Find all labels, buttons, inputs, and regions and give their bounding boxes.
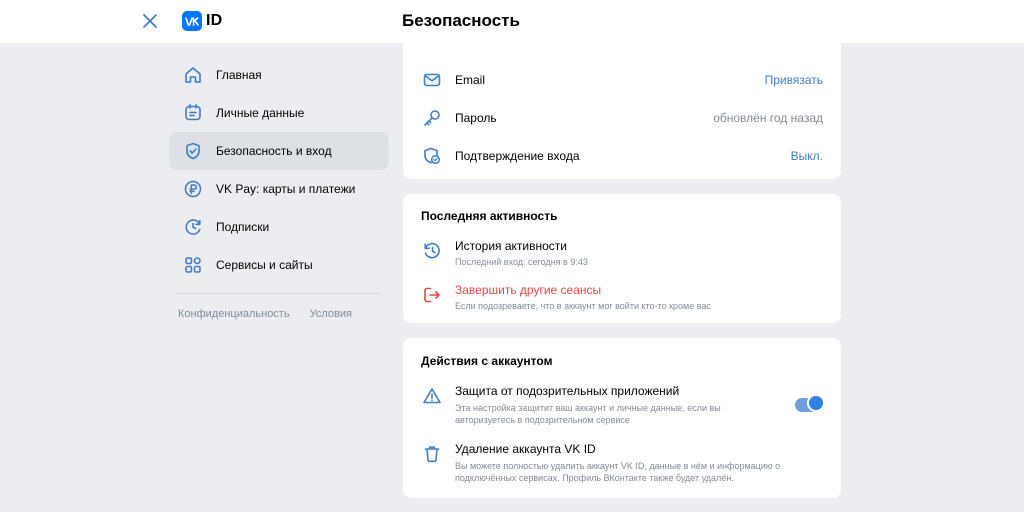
page-title: Безопасность (402, 11, 520, 30)
sidebar-item-label: Личные данные (216, 106, 305, 120)
subscription-icon (181, 215, 205, 239)
delete-account-subtitle-line2: подключённых сервисах. Профиль ВКонтакте… (455, 473, 734, 483)
services-grid-icon (181, 253, 205, 277)
email-bind-link[interactable]: Привязать (765, 73, 823, 87)
sidebar-item-services[interactable]: Сервисы и сайты (169, 246, 381, 284)
profile-card-icon (181, 101, 205, 125)
suspicious-apps-protection-item: Защита от подозрительных приложений Эта … (421, 384, 771, 426)
logout-icon (421, 284, 443, 306)
account-actions-card: Действия с аккаунтом Защита от подозрите… (403, 338, 841, 498)
warning-icon (421, 385, 443, 407)
end-sessions-title: Завершить другие сеансы (455, 283, 602, 297)
home-icon (181, 63, 205, 87)
close-icon (143, 14, 157, 28)
password-status: обновлён год назад (713, 111, 823, 125)
delete-account-subtitle-line1: Вы можете полностью удалить аккаунт VK I… (455, 461, 781, 471)
ruble-icon (181, 177, 205, 201)
activity-history-item[interactable]: История активности Последний вход: сегод… (421, 239, 823, 268)
sidebar-item-home[interactable]: Главная (169, 56, 381, 94)
top-bar: ID Безопасность (0, 0, 1024, 43)
logo-text: ID (206, 12, 223, 29)
sidebar: Главная Личные данные Безопасность и вхо… (169, 56, 389, 320)
protection-subtitle-line2: авторизуетесь в подозрительном сервисе (455, 415, 630, 425)
login-confirmation-label: Подтверждение входа (455, 149, 580, 163)
protection-toggle[interactable] (795, 394, 825, 412)
email-row[interactable]: Email Привязать (421, 68, 823, 92)
email-label: Email (455, 73, 486, 87)
sidebar-divider (177, 293, 381, 294)
sidebar-item-vk-pay[interactable]: VK Pay: карты и платежи (169, 170, 381, 208)
sidebar-item-label: Главная (216, 68, 262, 82)
terms-link[interactable]: Условия (310, 308, 352, 320)
trash-icon (421, 443, 443, 465)
login-confirmation-status[interactable]: Выкл. (791, 149, 823, 163)
sidebar-item-label: Сервисы и сайты (216, 258, 313, 272)
shield-check-icon (421, 145, 443, 167)
delete-account-title: Удаление аккаунта VK ID (455, 442, 596, 456)
protection-subtitle-line1: Эта настройка защитит ваш аккаунт и личн… (455, 403, 721, 413)
email-icon (421, 69, 443, 91)
end-sessions-item[interactable]: Завершить другие сеансы Если подозревает… (421, 283, 823, 312)
sidebar-item-label: Подписки (216, 220, 270, 234)
recent-activity-card: Последняя активность История активности … (403, 194, 841, 323)
activity-history-subtitle: Последний вход: сегодня в 9:43 (455, 257, 588, 267)
account-actions-title: Действия с аккаунтом (421, 354, 553, 368)
login-settings-card: Email Привязать Пароль обновлён год наза… (403, 43, 841, 179)
delete-account-item[interactable]: Удаление аккаунта VK ID Вы можете полнос… (421, 442, 823, 484)
vk-logo-icon (182, 11, 202, 31)
sidebar-item-subscriptions[interactable]: Подписки (169, 208, 381, 246)
login-confirmation-row[interactable]: Подтверждение входа Выкл. (421, 144, 823, 168)
privacy-link[interactable]: Конфиденциальность (178, 308, 290, 320)
protection-title: Защита от подозрительных приложений (455, 384, 680, 398)
sidebar-item-label: VK Pay: карты и платежи (216, 182, 356, 196)
password-label: Пароль (455, 111, 497, 125)
shield-icon (181, 139, 205, 163)
sidebar-item-label: Безопасность и вход (216, 144, 332, 158)
sidebar-item-security[interactable]: Безопасность и вход (169, 132, 389, 170)
close-button[interactable] (140, 11, 160, 31)
toggle-knob (807, 394, 825, 412)
history-icon (421, 240, 443, 262)
sidebar-footer: Конфиденциальность Условия (169, 308, 381, 320)
activity-history-title: История активности (455, 239, 568, 253)
recent-activity-title: Последняя активность (421, 209, 558, 223)
end-sessions-subtitle: Если подозреваете, что в аккаунт мог вой… (455, 301, 711, 311)
password-row[interactable]: Пароль обновлён год назад (421, 106, 823, 130)
vk-id-logo[interactable]: ID (182, 11, 222, 31)
key-icon (421, 107, 443, 129)
sidebar-item-personal-data[interactable]: Личные данные (169, 94, 381, 132)
